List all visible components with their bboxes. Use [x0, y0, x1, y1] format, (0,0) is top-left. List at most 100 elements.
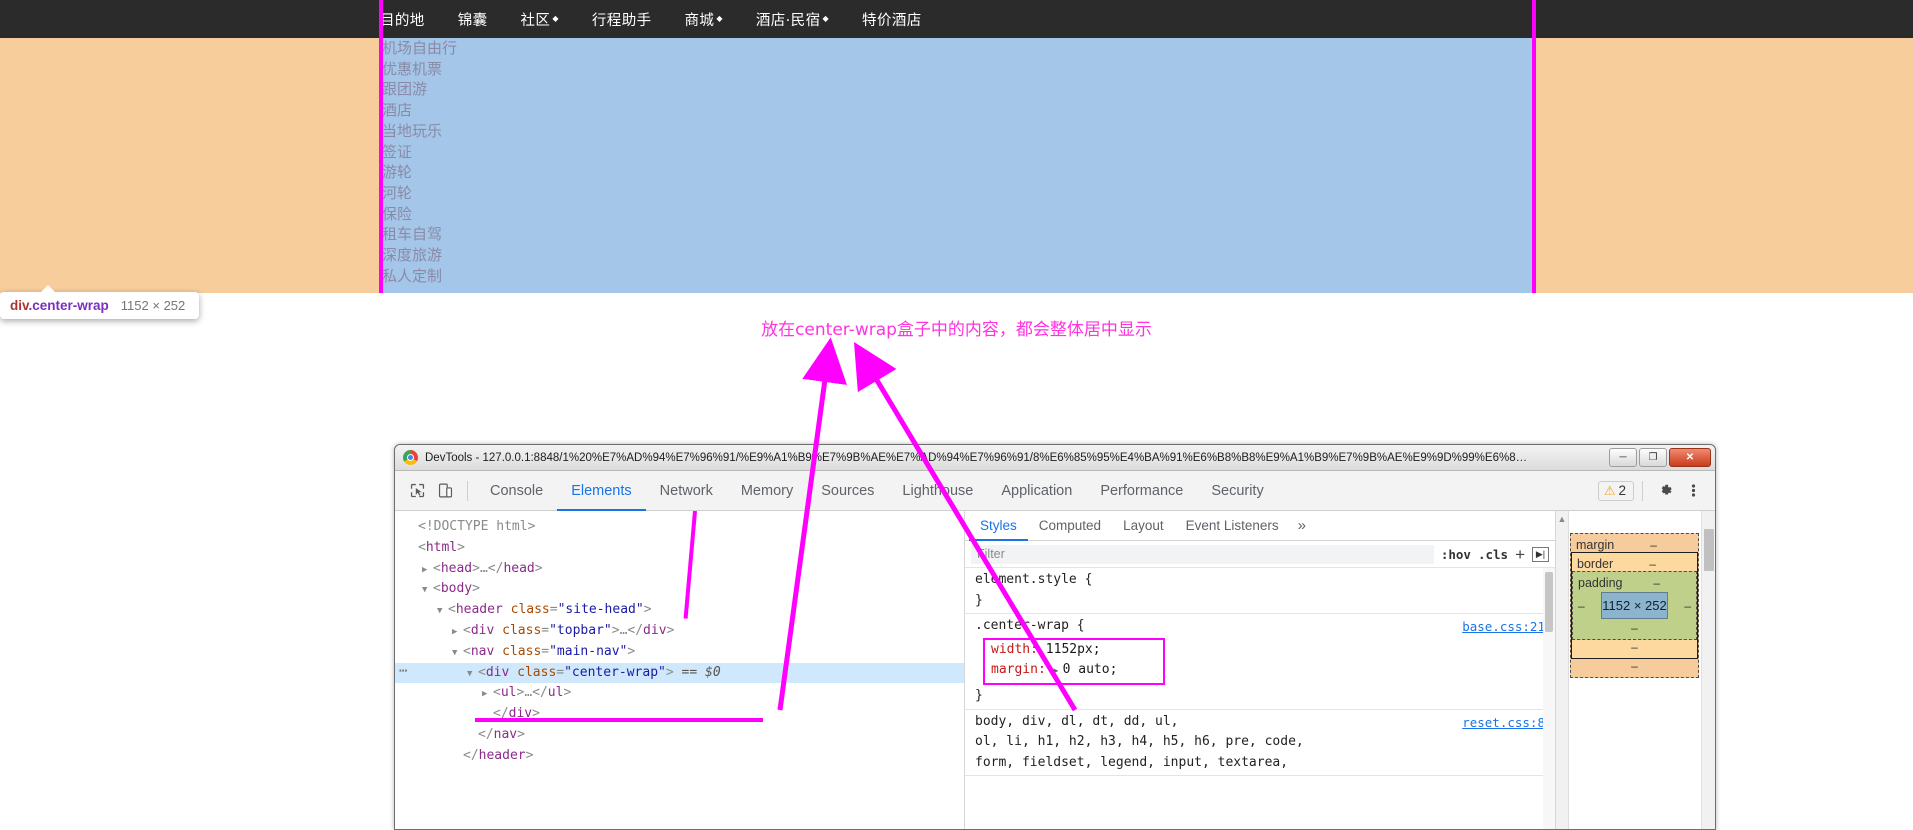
hov-toggle[interactable]: :hov	[1441, 547, 1471, 562]
css-declaration[interactable]: margin: ▶ 0 auto;	[991, 660, 1117, 682]
styles-tab-computed[interactable]: Computed	[1028, 511, 1112, 541]
nav-category-item-8[interactable]: 保险	[382, 204, 622, 225]
box-model-scrollbar[interactable]	[1701, 511, 1715, 829]
nav-category-item-2[interactable]: 跟团游	[382, 79, 622, 100]
gear-icon[interactable]	[1651, 477, 1679, 505]
nav-link-4[interactable]: 商城 ◆	[685, 9, 725, 30]
dom-token-punc: <	[478, 664, 486, 680]
styles-tab-event-listeners[interactable]: Event Listeners	[1175, 511, 1290, 541]
css-property-value[interactable]: 1152px;	[1046, 642, 1101, 657]
nav-category-item-9[interactable]: 租车自驾	[382, 224, 622, 245]
dom-token-punc: <	[493, 685, 501, 701]
content-box-size[interactable]: 1152 × 252	[1601, 592, 1668, 619]
inspect-cursor-icon[interactable]	[403, 477, 431, 505]
styles-tab-layout[interactable]: Layout	[1112, 511, 1175, 541]
dom-tree-panel[interactable]: <!DOCTYPE html> <html> ▶ <head>…</head> ▼ <bo…	[395, 511, 965, 829]
computed-sidebar-toggle[interactable]: ▶|	[1532, 546, 1549, 562]
nav-link-label: 锦囊	[457, 12, 488, 29]
dom-breadcrumb-ellipsis-icon[interactable]: ⋯	[399, 661, 408, 682]
tab-security[interactable]: Security	[1197, 471, 1277, 511]
twisty-collapsed-icon[interactable]: ▶	[422, 560, 433, 581]
css-property-value[interactable]: 0 auto;	[1063, 662, 1118, 677]
cls-toggle[interactable]: .cls	[1478, 547, 1508, 562]
scroll-up-arrow-icon[interactable]: ▲	[1556, 514, 1568, 524]
minimize-button[interactable]: ─	[1609, 448, 1637, 467]
nav-category-item-6[interactable]: 游轮	[382, 162, 622, 183]
twisty-expanded-icon[interactable]: ▼	[452, 643, 463, 664]
dom-node[interactable]: ▼ <nav class="main-nav">	[395, 642, 964, 663]
tab-console[interactable]: Console	[476, 471, 557, 511]
tab-performance[interactable]: Performance	[1086, 471, 1197, 511]
styles-scroll-thumb[interactable]	[1545, 572, 1553, 632]
filter-input[interactable]: Filter	[971, 544, 1434, 564]
twisty-collapsed-icon[interactable]: ▶	[452, 622, 463, 643]
device-toolbar-icon[interactable]	[431, 477, 459, 505]
nav-category-item-7[interactable]: 河轮	[382, 183, 622, 204]
css-selector[interactable]: .center-wrap {	[975, 616, 1547, 637]
css-rule-source-link[interactable]: reset.css:8	[1462, 713, 1545, 734]
dom-node[interactable]: ▼ <header class="site-head">	[395, 600, 964, 621]
tab-application[interactable]: Application	[987, 471, 1086, 511]
dom-token-punc: <	[433, 560, 441, 576]
twisty-expanded-icon[interactable]: ▼	[422, 580, 433, 601]
twisty-collapsed-icon[interactable]: ▶	[482, 684, 493, 705]
css-declaration[interactable]: width: 1152px;	[991, 640, 1117, 661]
tab-elements[interactable]: Elements	[557, 471, 645, 511]
devtools-titlebar[interactable]: DevTools - 127.0.0.1:8848/1%20%E7%AD%94%…	[395, 445, 1715, 471]
nav-category-item-10[interactable]: 深度旅游	[382, 245, 622, 266]
dom-node[interactable]: ▶ <head>…</head>	[395, 559, 964, 580]
styles-filter-row: Filter :hov .cls + ▶|	[965, 541, 1555, 568]
dom-node[interactable]: ▶ <div class="topbar">…</div>	[395, 621, 964, 642]
kebab-menu-icon[interactable]	[1679, 477, 1707, 505]
warning-badge[interactable]: ⚠ 2	[1597, 480, 1634, 501]
twisty-expanded-icon[interactable]: ▼	[467, 664, 478, 685]
styles-tab-styles[interactable]: Styles	[969, 511, 1028, 541]
box-model-scroll-thumb[interactable]	[1704, 529, 1714, 571]
dom-node[interactable]: <html>	[395, 538, 964, 559]
dom-token-name: class	[502, 643, 542, 659]
css-property-name[interactable]: width:	[991, 642, 1046, 657]
nav-link-3[interactable]: 行程助手	[592, 9, 654, 30]
dom-token-tag: head	[440, 560, 473, 576]
tab-network[interactable]: Network	[646, 471, 727, 511]
highlighted-declarations: width: 1152px; margin: ▶ 0 auto;	[983, 637, 1166, 685]
tab-lighthouse[interactable]: Lighthouse	[888, 471, 987, 511]
nav-category-item-5[interactable]: 签证	[382, 142, 622, 163]
nav-link-6[interactable]: 特价酒店	[862, 9, 924, 30]
nav-category-item-0[interactable]: 机场自由行	[382, 38, 622, 59]
css-rule[interactable]: reset.css:8 body, div, dl, dt, dd, ul, ol,…	[965, 710, 1555, 777]
tab-sources[interactable]: Sources	[807, 471, 888, 511]
nav-link-1[interactable]: 锦囊	[458, 9, 490, 30]
css-property-name[interactable]: margin:	[991, 662, 1054, 677]
dom-node[interactable]: <!DOCTYPE html>	[395, 517, 964, 538]
nav-category-item-3[interactable]: 酒店	[382, 100, 622, 121]
dom-node[interactable]: </nav>	[395, 725, 964, 746]
maximize-button[interactable]: ❐	[1639, 448, 1667, 467]
dom-token-tag: div	[643, 622, 667, 638]
css-rule[interactable]: base.css:21 .center-wrap {width: 1152px; m…	[965, 614, 1555, 710]
css-rules-list[interactable]: element.style {} base.css:21 .center-wrap …	[965, 568, 1555, 829]
dom-node-selected[interactable]: ⋯ ▼ <div class="center-wrap"> == $0	[395, 661, 964, 685]
dom-token-tag: html	[425, 539, 458, 555]
css-selector[interactable]: body, div, dl, dt, dd, ul,	[975, 712, 1547, 733]
styles-scrollbar[interactable]	[1543, 568, 1555, 829]
css-selector[interactable]: element.style {	[975, 570, 1547, 591]
tab-memory[interactable]: Memory	[727, 471, 807, 511]
styles-more-tabs-icon[interactable]: »	[1290, 517, 1314, 534]
dom-token-punc: >	[627, 643, 636, 659]
nav-link-0[interactable]: 目的地	[380, 9, 427, 30]
css-rule[interactable]: element.style {}	[965, 568, 1555, 615]
twisty-expanded-icon[interactable]: ▼	[437, 601, 448, 622]
nav-category-item-1[interactable]: 优惠机票	[382, 59, 622, 80]
nav-link-2[interactable]: 社区 ◆	[521, 9, 561, 30]
dom-node[interactable]: ▶ <ul>…</ul>	[395, 683, 964, 704]
nav-category-item-11[interactable]: 私人定制	[382, 266, 622, 287]
nav-category-item-4[interactable]: 当地玩乐	[382, 121, 622, 142]
css-rule-source-link[interactable]: base.css:21	[1462, 617, 1545, 638]
dom-node[interactable]: ▼ <body>	[395, 579, 964, 600]
dom-node[interactable]: </header>	[395, 746, 964, 767]
new-style-rule-button[interactable]: +	[1515, 546, 1525, 563]
nav-link-5[interactable]: 酒店·民宿 ◆	[756, 9, 831, 30]
close-button[interactable]: ✕	[1669, 448, 1711, 467]
twisty-collapsed-icon[interactable]: ▶	[1054, 661, 1063, 682]
